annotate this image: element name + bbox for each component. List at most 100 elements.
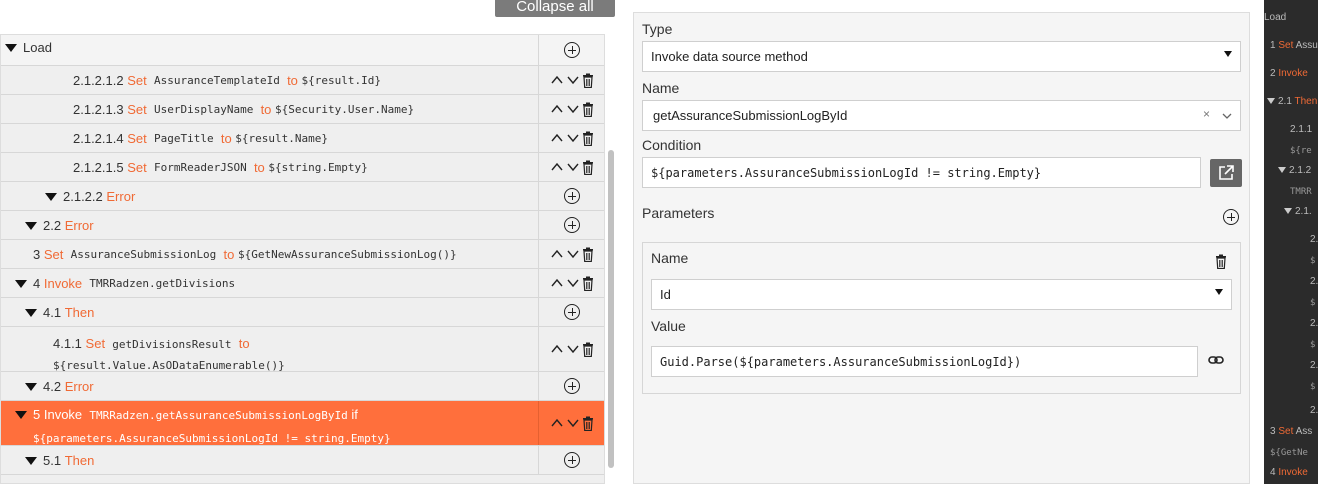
move-up-icon[interactable] — [550, 131, 564, 145]
tree-row[interactable]: 2.1.2.1.3 Set UserDisplayName to ${Secur… — [1, 95, 604, 124]
row-text: AssuranceSubmissionLog — [70, 248, 217, 261]
dark-item: 1 Set Assu — [1270, 40, 1318, 51]
type-label: Type — [642, 21, 673, 37]
move-up-icon[interactable] — [550, 276, 564, 290]
row-keyword-if: if — [351, 407, 358, 422]
name-select[interactable]: getAssuranceSubmissionLogById × — [642, 100, 1241, 131]
move-down-icon[interactable] — [566, 131, 580, 145]
expand-icon[interactable] — [25, 382, 37, 391]
row-number: 2.2 — [43, 218, 62, 233]
condition-value: ${parameters.AssuranceSubmissionLogId !=… — [651, 165, 1042, 180]
delete-icon[interactable] — [582, 276, 594, 291]
row-number: 2.1.2.2 — [63, 189, 103, 204]
expand-icon[interactable] — [25, 221, 37, 230]
move-down-icon[interactable] — [566, 247, 580, 261]
row-number: 4.1 — [43, 305, 62, 320]
param-value-label: Value — [651, 318, 686, 334]
clear-icon[interactable]: × — [1203, 107, 1210, 121]
row-keyword-to: to — [253, 160, 265, 175]
tree-row-selected[interactable]: 5 Invoke TMRRadzen.getAssuranceSubmissio… — [1, 401, 604, 446]
delete-icon[interactable] — [582, 160, 594, 175]
row-text: TMRRadzen.getDivisions — [89, 277, 236, 290]
row-keyword: Error — [64, 218, 94, 233]
move-up-icon[interactable] — [550, 73, 564, 87]
open-editor-button[interactable] — [1210, 159, 1242, 187]
expand-icon[interactable] — [45, 192, 57, 201]
add-icon[interactable] — [564, 42, 580, 58]
chevron-down-icon[interactable] — [1220, 109, 1234, 123]
collapse-all-button[interactable]: Collapse all — [495, 0, 615, 17]
param-value-input[interactable]: Guid.Parse(${parameters.AssuranceSubmiss… — [651, 346, 1198, 377]
expand-icon[interactable] — [15, 411, 27, 419]
move-down-icon[interactable] — [566, 73, 580, 87]
tree-scrollbar[interactable] — [608, 150, 614, 468]
param-name-select[interactable]: Id — [651, 279, 1232, 310]
name-value: getAssuranceSubmissionLogById — [653, 108, 848, 123]
add-icon[interactable] — [564, 217, 580, 233]
tree-row[interactable]: 5.1 Then — [1, 446, 604, 475]
delete-icon[interactable] — [582, 416, 594, 431]
row-value: ${result.Id} — [301, 74, 382, 87]
row-number: 3 — [33, 247, 41, 262]
row-keyword: Then — [64, 453, 95, 468]
move-down-icon[interactable] — [566, 342, 580, 356]
move-down-icon[interactable] — [566, 102, 580, 116]
row-keyword: Then — [64, 305, 95, 320]
dark-item: $ — [1310, 382, 1316, 392]
row-keyword-to: to — [223, 247, 235, 262]
tree-row[interactable]: 2.1.2.1.5 Set FormReaderJSON to ${string… — [1, 153, 604, 182]
type-select[interactable]: Invoke data source method — [642, 41, 1241, 72]
row-keyword: Set — [85, 336, 106, 351]
dark-item: ${re — [1290, 146, 1312, 156]
expand-icon[interactable] — [15, 279, 27, 288]
tree-row[interactable]: 2.1.2.1.2 Set AssuranceTemplateId to ${r… — [1, 66, 604, 95]
condition-input[interactable]: ${parameters.AssuranceSubmissionLogId !=… — [642, 157, 1201, 188]
row-value: ${Security.User.Name} — [275, 103, 415, 116]
tree-row[interactable]: 2.1.2.2 Error — [1, 182, 604, 211]
row-keyword: Invoke — [43, 407, 83, 422]
expand-icon[interactable] — [5, 43, 17, 52]
link-icon[interactable] — [1208, 353, 1224, 367]
row-text: TMRRadzen.getAssuranceSubmissionLogById — [89, 409, 348, 422]
tree-row[interactable]: 3 Set AssuranceSubmissionLog to ${GetNew… — [1, 240, 604, 269]
param-value: Guid.Parse(${parameters.AssuranceSubmiss… — [660, 354, 1022, 369]
add-icon[interactable] — [564, 378, 580, 394]
tree-root-row[interactable]: Load — [1, 35, 604, 66]
move-up-icon[interactable] — [550, 416, 564, 430]
row-keyword: Set — [127, 131, 147, 146]
row-text: getDivisionsResult — [112, 338, 232, 351]
tree-row[interactable]: 4.2 Error — [1, 372, 604, 401]
delete-icon[interactable] — [582, 247, 594, 262]
dark-item: 2. — [1310, 318, 1318, 329]
move-up-icon[interactable] — [550, 342, 564, 356]
tree-row[interactable]: 4 Invoke TMRRadzen.getDivisions — [1, 269, 604, 298]
move-down-icon[interactable] — [566, 276, 580, 290]
row-number: 5.1 — [43, 453, 62, 468]
delete-icon[interactable] — [582, 73, 594, 88]
move-up-icon[interactable] — [550, 160, 564, 174]
row-keyword-to: to — [287, 73, 298, 88]
tree-row-partial — [1, 475, 604, 483]
dark-item: Load — [1264, 12, 1287, 23]
dark-item: $ — [1310, 256, 1316, 266]
move-up-icon[interactable] — [550, 102, 564, 116]
dark-item: 2. — [1310, 276, 1318, 287]
add-icon[interactable] — [564, 304, 580, 320]
expand-icon[interactable] — [25, 308, 37, 317]
tree-row[interactable]: 4.1 Then — [1, 298, 604, 327]
tree-row[interactable]: 2.2 Error — [1, 211, 604, 240]
move-down-icon[interactable] — [566, 416, 580, 430]
tree-row[interactable]: 2.1.2.1.4 Set PageTitle to ${result.Name… — [1, 124, 604, 153]
delete-icon[interactable] — [582, 102, 594, 117]
parameters-label: Parameters — [642, 205, 715, 221]
add-icon[interactable] — [564, 452, 580, 468]
move-up-icon[interactable] — [550, 247, 564, 261]
add-parameter-icon[interactable] — [1223, 209, 1239, 225]
add-icon[interactable] — [564, 188, 580, 204]
delete-parameter-icon[interactable] — [1215, 254, 1227, 269]
move-down-icon[interactable] — [566, 160, 580, 174]
expand-icon[interactable] — [25, 456, 37, 465]
delete-icon[interactable] — [582, 131, 594, 146]
delete-icon[interactable] — [582, 342, 594, 357]
tree-row[interactable]: 4.1.1 Set getDivisionsResult to ${result… — [1, 327, 604, 372]
